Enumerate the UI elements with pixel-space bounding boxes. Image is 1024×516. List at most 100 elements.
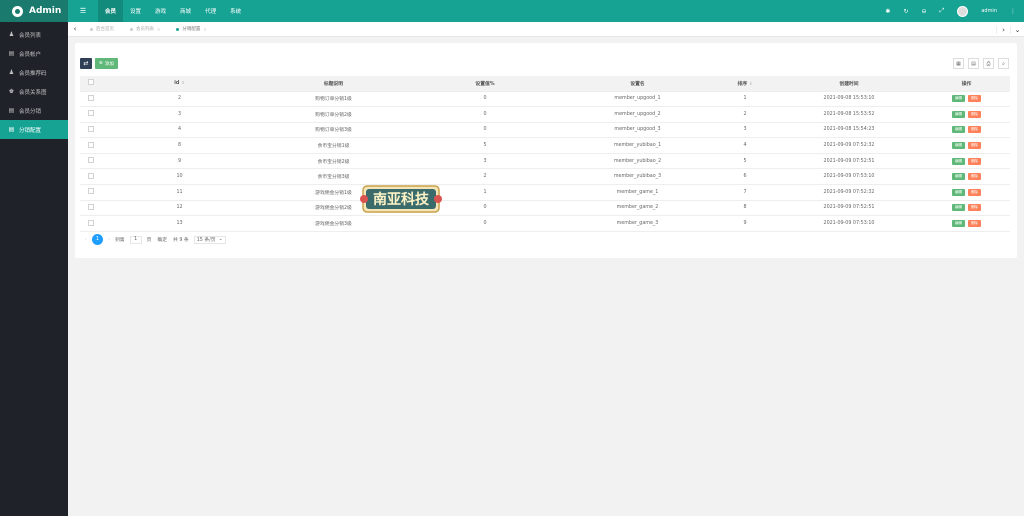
delete-button[interactable]: 删除 xyxy=(968,220,981,228)
search-icon[interactable]: ⌕ xyxy=(998,58,1009,69)
cell-actions: 编辑 删除 xyxy=(923,137,1010,154)
delete-button[interactable]: 删除 xyxy=(968,126,981,134)
list-icon: ▤ xyxy=(8,107,15,114)
per-page-select[interactable]: 15 条/页 ⌄ xyxy=(193,235,226,244)
column-header-id[interactable]: id ⇕ xyxy=(102,76,257,92)
prev-page-icon[interactable]: ‹ xyxy=(85,237,87,243)
menu-toggle-icon[interactable]: ☰ xyxy=(68,7,98,15)
sidebar-item-member-list[interactable]: ♟ 会员列表 xyxy=(0,25,68,44)
cell-title: 游戏佣金分销3级 xyxy=(257,215,410,232)
close-icon[interactable]: ✕ xyxy=(157,27,160,32)
tabs-dropdown-icon[interactable]: ⌄ xyxy=(1010,25,1024,34)
fullscreen-icon[interactable]: ⤢ xyxy=(940,7,945,15)
sidebar-item-member-account[interactable]: ▤ 会员帐户 xyxy=(0,44,68,63)
page-tab-home[interactable]: 后台首页 xyxy=(82,22,122,37)
page-tab-distribution-config[interactable]: 分销配置 ✕ xyxy=(168,22,214,37)
page-tabs-bar: ‹ 后台首页 会员列表 ✕ 分销配置 ✕ › ⌄ xyxy=(68,22,1024,37)
edit-button[interactable]: 编辑 xyxy=(952,220,965,228)
cell-actions: 编辑 删除 xyxy=(923,200,1010,217)
clear-cache-icon[interactable]: ✱ xyxy=(885,8,890,15)
row-checkbox[interactable] xyxy=(88,110,94,117)
refresh-icon[interactable]: ↻ xyxy=(903,8,908,15)
confirm-button[interactable]: 确定 xyxy=(156,236,168,243)
row-select-cell[interactable] xyxy=(80,215,102,232)
row-checkbox[interactable] xyxy=(88,172,94,179)
select-all-checkbox[interactable] xyxy=(88,79,94,86)
edit-button[interactable]: 编辑 xyxy=(952,142,965,150)
row-select-cell[interactable] xyxy=(80,137,102,154)
current-page[interactable]: 1 xyxy=(92,234,103,245)
more-icon[interactable]: ⋮ xyxy=(1010,8,1016,15)
edit-button[interactable]: 编辑 xyxy=(952,173,965,181)
avatar[interactable] xyxy=(957,5,969,17)
row-select-cell[interactable] xyxy=(80,153,102,170)
top-tab-game[interactable]: 游戏 xyxy=(148,0,173,22)
cell-sort: 7 xyxy=(715,184,775,201)
delete-button[interactable]: 删除 xyxy=(968,110,981,118)
top-tab-system[interactable]: 系统 xyxy=(223,0,248,22)
sort-icon[interactable]: ⇕ xyxy=(749,81,752,86)
page-tab-member-list[interactable]: 会员列表 ✕ xyxy=(122,22,168,37)
row-checkbox[interactable] xyxy=(88,94,94,101)
row-select-cell[interactable] xyxy=(80,200,102,217)
print-icon[interactable]: ⎙ xyxy=(983,58,994,69)
row-checkbox[interactable] xyxy=(88,125,94,132)
chevron-down-icon: ⌄ xyxy=(218,237,223,242)
row-select-cell[interactable] xyxy=(80,168,102,186)
export-icon[interactable]: ▤ xyxy=(968,58,979,69)
delete-button[interactable]: 删除 xyxy=(968,95,981,103)
admin-name[interactable]: admin xyxy=(981,8,997,14)
cell-title: 余币宝分销1级 xyxy=(257,137,410,154)
delete-button[interactable]: 删除 xyxy=(968,157,981,165)
row-select-cell[interactable] xyxy=(80,184,102,201)
tabs-scroll-right-icon[interactable]: › xyxy=(996,25,1010,34)
edit-button[interactable]: 编辑 xyxy=(952,188,965,196)
row-select-cell[interactable] xyxy=(80,106,102,123)
cell-name: member_game_2 xyxy=(560,200,715,217)
delete-button[interactable]: 删除 xyxy=(968,188,981,196)
edit-button[interactable]: 编辑 xyxy=(952,157,965,165)
cell-id: 4 xyxy=(102,122,257,139)
delete-button[interactable]: 删除 xyxy=(968,142,981,150)
row-checkbox[interactable] xyxy=(88,219,94,226)
row-select-cell[interactable] xyxy=(80,122,102,139)
sidebar-item-relation-graph[interactable]: ♚ 会员关系图 xyxy=(0,82,68,101)
sidebar-item-distribution-config[interactable]: ▤ 分销配置 xyxy=(0,120,68,139)
sidebar-item-referral-code[interactable]: ♟ 会员推荐码 xyxy=(0,63,68,82)
watermark-text: 南亚科技 xyxy=(373,191,430,208)
row-checkbox[interactable] xyxy=(88,203,94,210)
tabs-scroll-left-icon[interactable]: ‹ xyxy=(68,25,82,33)
tabs-right-controls: › ⌄ xyxy=(996,22,1024,37)
delete-button[interactable]: 删除 xyxy=(968,204,981,212)
sidebar-item-member-distribution[interactable]: ▤ 会员分销 xyxy=(0,101,68,120)
delete-button[interactable]: 删除 xyxy=(968,173,981,181)
page-input[interactable]: 1 xyxy=(129,235,142,244)
edit-button[interactable]: 编辑 xyxy=(952,110,965,118)
columns-icon[interactable]: ▦ xyxy=(953,58,964,69)
row-select-cell[interactable] xyxy=(80,91,102,108)
top-tab-member[interactable]: 会员 xyxy=(98,0,124,22)
cell-created: 2021-09-09 07:52:51 xyxy=(775,200,923,217)
cell-title: 余币宝分销3级 xyxy=(257,168,410,186)
top-right-tools: ✱ ↻ ⊖ ⤢ admin ⋮ xyxy=(885,0,1024,22)
add-button[interactable]: ⊕ 添加 xyxy=(95,58,118,69)
row-checkbox[interactable] xyxy=(88,141,94,148)
group-icon: ♚ xyxy=(8,88,15,95)
next-page-icon[interactable]: › xyxy=(108,237,110,243)
top-tab-agent[interactable]: 代理 xyxy=(198,0,223,22)
top-tab-settings[interactable]: 设置 xyxy=(123,0,148,22)
edit-button[interactable]: 编辑 xyxy=(952,126,965,134)
lock-icon[interactable]: ⊖ xyxy=(921,8,926,15)
close-icon[interactable]: ✕ xyxy=(203,27,206,32)
app-logo[interactable]: Admin xyxy=(0,0,68,22)
row-checkbox[interactable] xyxy=(88,188,94,195)
column-header-sort[interactable]: 排序 ⇕ xyxy=(715,76,775,92)
edit-button[interactable]: 编辑 xyxy=(952,95,965,103)
top-tab-mall[interactable]: 商城 xyxy=(173,0,198,22)
refresh-button[interactable]: ⇄ xyxy=(80,58,92,69)
cell-sort: 1 xyxy=(715,91,775,108)
edit-button[interactable]: 编辑 xyxy=(952,204,965,212)
sort-icon[interactable]: ⇕ xyxy=(181,80,184,85)
row-checkbox[interactable] xyxy=(88,157,94,164)
select-all-cell[interactable] xyxy=(80,76,102,92)
